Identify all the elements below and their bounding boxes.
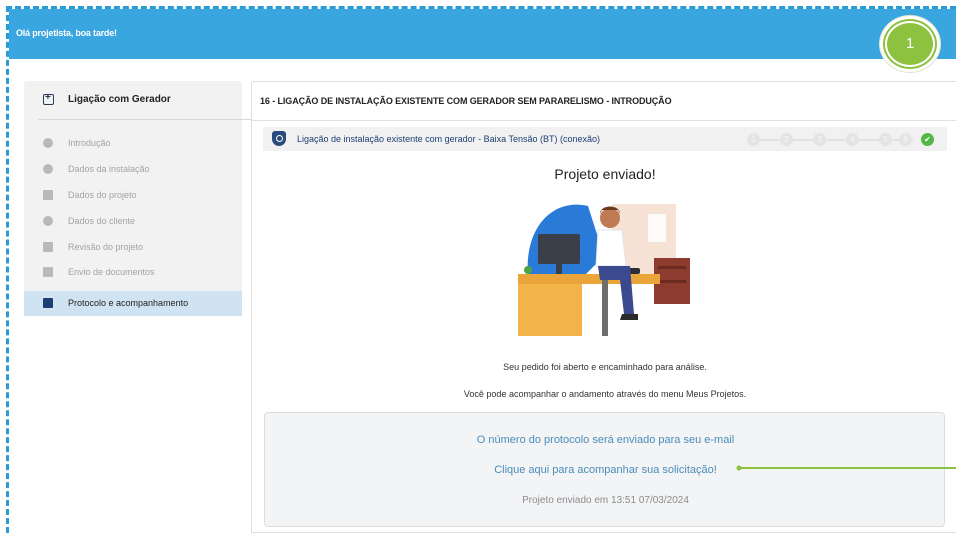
sidebar-item-revisao-projeto[interactable]: Revisão do projeto: [24, 235, 242, 260]
app-root: Olá projetista, boa tarde! 1 Ligação com…: [0, 0, 956, 533]
callout-number: 1: [885, 21, 935, 67]
user-circle-icon: [43, 216, 53, 226]
sidebar-item-protocolo[interactable]: Protocolo e acompanhamento: [24, 291, 242, 316]
sidebar-item-dados-cliente[interactable]: Dados do cliente: [24, 209, 242, 234]
sidebar-item-label: Envio de documentos: [68, 267, 155, 277]
sidebar-item-dados-instalacao[interactable]: Dados da instalação: [24, 157, 242, 182]
greeting-text: Olá projetista, boa tarde!: [16, 28, 117, 38]
step-dot: 1: [747, 133, 760, 146]
sidebar-item-dados-projeto[interactable]: Dados do projeto: [24, 183, 242, 208]
sidebar-item-label: Dados da instalação: [68, 164, 150, 174]
sidebar-item-envio-documentos[interactable]: Envio de documentos: [24, 260, 242, 285]
sidebar-title: Ligação com Gerador: [68, 94, 171, 105]
sidebar-item-label: Protocolo e acompanhamento: [68, 298, 189, 308]
step-strip: Ligação de instalação existente com gera…: [263, 127, 947, 151]
top-bar: Olá projetista, boa tarde!: [9, 9, 956, 59]
sidebar-divider: [38, 119, 256, 120]
step-dot: 2: [780, 133, 793, 146]
plus-square-icon: [43, 92, 54, 105]
file-upload-icon: [43, 267, 53, 277]
check-icon: ✔: [921, 133, 934, 146]
step-dot: 6: [899, 133, 912, 146]
callout-badge: 1: [880, 16, 940, 72]
tracking-hint-message: Você pode acompanhar o andamento através…: [463, 389, 747, 399]
confirmation-message: Seu pedido foi aberto e encaminhado para…: [503, 362, 707, 372]
shield-icon: [272, 131, 286, 146]
info-circle-icon: [43, 138, 53, 148]
sent-timestamp: Projeto enviado em 13:51 07/03/2024: [522, 495, 689, 506]
step-dot: 5: [879, 133, 892, 146]
step-progress: 1 2 3 4 5 6 ✔: [747, 133, 937, 146]
inbox-icon: [43, 298, 53, 308]
annotation-frame-left: [6, 6, 9, 533]
sidebar-header: Ligação com Gerador: [24, 81, 242, 119]
sidebar-item-label: Introdução: [68, 138, 111, 148]
success-headline: Projeto enviado!: [554, 166, 656, 182]
title-divider: [252, 120, 956, 121]
sidebar-item-label: Dados do projeto: [68, 190, 137, 200]
sidebar: Ligação com Gerador Introdução Dados da …: [24, 81, 256, 316]
callout-pointer-line: [736, 465, 956, 471]
step-strip-label: Ligação de instalação existente com gera…: [297, 134, 600, 144]
document-icon: [43, 190, 53, 200]
page-title: 16 - LIGAÇÃO DE INSTALAÇÃO EXISTENTE COM…: [260, 96, 672, 106]
protocol-info-text: O número do protocolo será enviado para …: [476, 434, 735, 446]
step-dot: 3: [813, 133, 826, 146]
lightbulb-icon: [43, 164, 53, 174]
person-at-desk-illustration: [518, 204, 690, 336]
sidebar-item-label: Revisão do projeto: [68, 242, 144, 252]
sidebar-item-introducao[interactable]: Introdução: [24, 131, 242, 156]
list-icon: [43, 242, 53, 252]
step-dot: 4: [846, 133, 859, 146]
sidebar-item-label: Dados do cliente: [68, 216, 136, 226]
